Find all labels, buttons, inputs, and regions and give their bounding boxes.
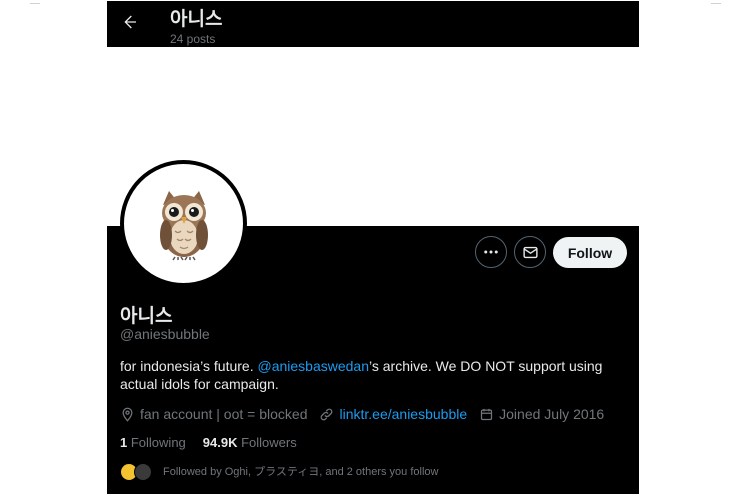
follow-button[interactable]: Follow	[553, 237, 627, 268]
followers-label: Followers	[241, 435, 297, 450]
back-button[interactable]	[117, 9, 143, 35]
website-link[interactable]: linktr.ee/aniesbubble	[339, 406, 467, 422]
bio: for indonesia’s future. @aniesbaswedan’s…	[120, 357, 620, 393]
display-name: 아니스	[120, 306, 173, 327]
followed-by[interactable]: Followed by Oghi, プラスティヨ, and 2 others y…	[120, 462, 439, 481]
followers-link[interactable]: 94.9K Followers	[203, 435, 297, 450]
post-count: 24 posts	[170, 32, 216, 46]
link-icon	[321, 408, 333, 420]
corner-mark	[30, 0, 40, 4]
avatar[interactable]	[120, 160, 247, 287]
follow-stats: 1 Following 94.9K Followers	[120, 435, 314, 450]
more-horizontal-icon	[484, 250, 498, 254]
owl-icon	[159, 190, 208, 260]
website: linktr.ee/aniesbubble	[319, 406, 467, 422]
arrow-left-icon	[124, 15, 136, 29]
follower-avatars	[120, 462, 154, 481]
user-handle: @aniesbubble	[120, 326, 210, 342]
followed-by-text: Followed by Oghi, プラスティヨ, and 2 others y…	[163, 466, 439, 478]
join-date: Joined July 2016	[479, 406, 604, 422]
profile-meta: fan account | oot = blocked linktr.ee/an…	[120, 405, 616, 423]
following-link[interactable]: 1 Following	[120, 435, 186, 450]
calendar-icon	[481, 408, 493, 420]
location-pin-icon	[122, 407, 133, 422]
join-date-text: Joined July 2016	[499, 406, 605, 422]
page-title: 아니스	[170, 9, 223, 30]
following-count: 1	[120, 435, 128, 450]
bio-text: for indonesia’s future.	[120, 358, 258, 374]
location-text: fan account | oot = blocked	[140, 406, 308, 422]
avatar	[134, 463, 152, 481]
more-button[interactable]	[475, 236, 507, 268]
bio-mention-link[interactable]: @aniesbaswedan	[258, 358, 370, 374]
envelope-icon	[522, 246, 538, 258]
top-bar: 아니스 24 posts	[107, 1, 639, 47]
corner-mark	[711, 0, 721, 4]
followers-count: 94.9K	[202, 435, 238, 450]
location: fan account | oot = blocked	[120, 406, 307, 422]
following-label: Following	[130, 435, 186, 450]
message-button[interactable]	[514, 236, 546, 268]
